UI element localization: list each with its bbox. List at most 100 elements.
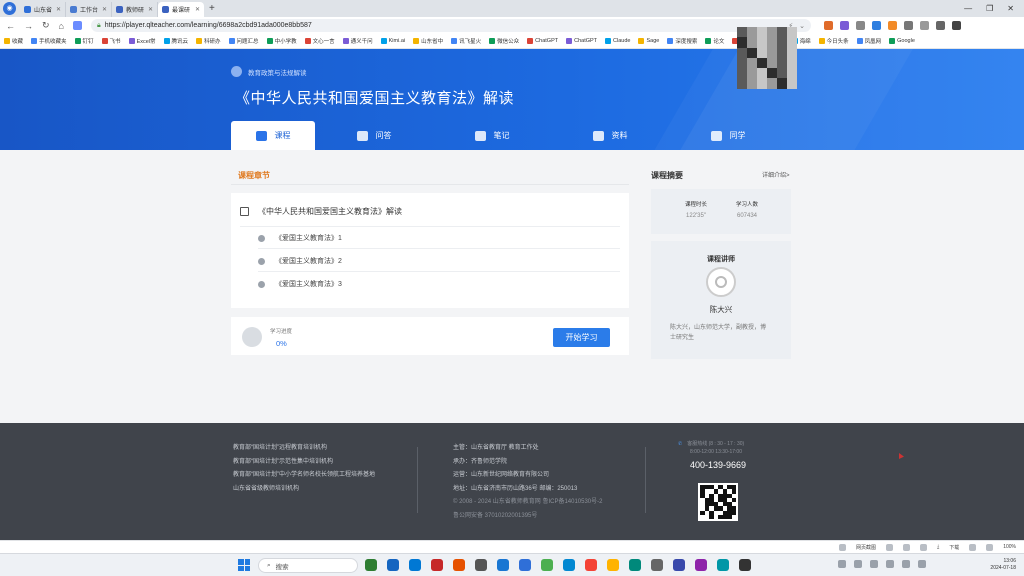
menu-icon[interactable] — [951, 21, 961, 30]
screenshot-icon[interactable] — [838, 543, 846, 551]
bookmark-item[interactable]: 论文 — [705, 37, 724, 45]
taskbar-search[interactable]: ⌕ 搜索 — [258, 558, 358, 573]
bookmark-item[interactable]: 手机收藏夹 — [31, 37, 67, 45]
taskbar-app-icon[interactable] — [453, 559, 465, 571]
breadcrumb[interactable]: 教育政策与法规解读 — [231, 66, 307, 77]
browser-tab-active[interactable]: 最课研 ✕ — [158, 2, 204, 17]
bookmark-item[interactable]: 问题汇总 — [228, 37, 259, 45]
bookmark-item[interactable]: Claude — [605, 38, 630, 44]
bookmark-item[interactable]: 今日头条 — [818, 37, 849, 45]
battery-icon[interactable] — [918, 560, 926, 568]
lesson-item[interactable]: 《爱国主义教育法》1 — [258, 233, 342, 243]
taskbar-app-icon[interactable] — [651, 559, 663, 571]
taskbar-app-icon[interactable] — [717, 559, 729, 571]
bookmark-item[interactable]: 微信公众 — [489, 37, 519, 45]
taskbar-app-icon[interactable] — [519, 559, 531, 571]
download-icon[interactable]: ⤓ — [937, 544, 939, 550]
close-icon[interactable]: ✕ — [56, 6, 61, 13]
bookmark-item[interactable]: Sage — [638, 38, 659, 44]
minimize-icon[interactable]: — — [964, 4, 972, 13]
extension-icon[interactable] — [72, 21, 82, 30]
close-icon[interactable]: ✕ — [148, 6, 153, 13]
extension-icon[interactable] — [823, 21, 833, 30]
browser-tab[interactable]: 山东省 ✕ — [20, 2, 66, 17]
tab-classmates[interactable]: 同学 — [669, 121, 787, 150]
clock[interactable]: 13:06 2024-07-18 — [984, 558, 1016, 572]
bookmark-item[interactable]: 飞书 — [101, 37, 121, 45]
tab-notes[interactable]: 笔记 — [433, 121, 551, 150]
bookmark-item[interactable]: 腾讯云 — [163, 37, 188, 45]
bookmark-item[interactable]: 科研办 — [196, 37, 221, 45]
scissors-icon[interactable] — [855, 21, 865, 30]
windows-start-icon[interactable] — [238, 559, 250, 571]
close-window-icon[interactable]: ✕ — [1007, 4, 1014, 13]
bookmark-item[interactable]: 中小学教 — [266, 37, 297, 45]
chapter-section[interactable]: 《中华人民共和国爱国主义教育法》解读 — [240, 206, 402, 217]
taskbar-app-icon[interactable] — [629, 559, 641, 571]
extension-icon[interactable] — [839, 21, 849, 30]
zoom-level[interactable]: 100% — [1003, 544, 1016, 550]
strip-label[interactable]: 网页截图 — [856, 544, 876, 551]
taskbar-app-icon[interactable] — [409, 559, 421, 571]
taskbar-app-icon[interactable] — [541, 559, 553, 571]
browser-tab[interactable]: 教师研 ✕ — [112, 2, 158, 17]
url-input[interactable]: 🔒︎ https://player.qlteacher.com/learning… — [90, 19, 811, 32]
taskbar-app-icon[interactable] — [739, 559, 751, 571]
tray-icon[interactable] — [838, 560, 846, 568]
bookmark-item[interactable]: 凤凰网 — [856, 37, 881, 45]
extension-icon[interactable] — [919, 543, 927, 551]
bookmark-item[interactable]: ChatGPT — [527, 38, 558, 44]
bookmark-item[interactable]: 收藏 — [4, 37, 23, 45]
close-icon[interactable]: ✕ — [195, 6, 200, 13]
taskbar-app-icon[interactable] — [607, 559, 619, 571]
back-icon[interactable]: ← — [6, 21, 15, 31]
taskbar-app-icon[interactable] — [431, 559, 443, 571]
taskbar-app-icon[interactable] — [563, 559, 575, 571]
tray-icon[interactable] — [870, 560, 878, 568]
bookmark-item[interactable]: 文心一言 — [304, 37, 335, 45]
tab-materials[interactable]: 资料 — [551, 121, 669, 150]
bookmark-item[interactable]: ChatGPT — [566, 38, 597, 44]
taskbar-app-icon[interactable] — [497, 559, 509, 571]
extension-icon[interactable] — [902, 543, 910, 551]
bookmark-item[interactable]: 山东省中 — [413, 37, 443, 45]
bookmark-item[interactable]: 讯飞星火 — [451, 37, 481, 45]
home-icon[interactable]: ⌂ — [59, 21, 64, 31]
restore-icon[interactable]: ❐ — [986, 4, 993, 13]
taskbar-app-icon[interactable] — [585, 559, 597, 571]
bookmark-item[interactable]: Google — [889, 38, 915, 44]
bookmark-item[interactable]: 钉钉 — [74, 37, 94, 45]
lesson-item[interactable]: 《爱国主义教育法》3 — [258, 279, 342, 289]
bookmark-item[interactable]: 通义千问 — [342, 37, 373, 45]
gear-icon[interactable] — [919, 21, 929, 30]
extension-icon[interactable] — [887, 21, 897, 30]
new-tab-button[interactable]: + — [209, 3, 215, 14]
taskbar-app-icon[interactable] — [695, 559, 707, 571]
bookmark-item[interactable]: Excel常 — [128, 37, 156, 45]
extension-icon[interactable] — [986, 543, 994, 551]
wifi-icon[interactable] — [886, 560, 894, 568]
volume-icon[interactable] — [902, 560, 910, 568]
reload-icon[interactable]: ↻ — [42, 20, 50, 31]
tray-icon[interactable] — [854, 560, 862, 568]
chevron-down-icon[interactable]: ⌄ — [799, 22, 805, 30]
bookmark-item[interactable]: Kimi.ai — [380, 38, 405, 44]
undo-icon[interactable] — [935, 21, 945, 30]
close-icon[interactable]: ✕ — [102, 6, 107, 13]
detail-link[interactable]: 详细介绍> — [762, 170, 790, 179]
extension-icon[interactable] — [969, 543, 977, 551]
strip-label[interactable]: 下载 — [949, 544, 959, 551]
taskbar-app-icon[interactable] — [673, 559, 685, 571]
extension-icon[interactable] — [885, 543, 893, 551]
tab-course[interactable]: 课程 — [231, 121, 315, 150]
browser-menu-icon[interactable]: ◉ — [3, 2, 16, 15]
start-learning-button[interactable]: 开始学习 — [553, 328, 610, 347]
tab-qa[interactable]: 问答 — [315, 121, 433, 150]
grid-icon[interactable] — [903, 21, 913, 30]
taskbar-app-icon[interactable] — [387, 559, 399, 571]
lesson-item[interactable]: 《爱国主义教育法》2 — [258, 256, 342, 266]
search-icon[interactable] — [871, 21, 881, 30]
bookmark-item[interactable]: 深度搜索 — [667, 37, 697, 45]
taskbar-app-icon[interactable] — [365, 559, 377, 571]
forward-icon[interactable]: → — [24, 21, 33, 31]
